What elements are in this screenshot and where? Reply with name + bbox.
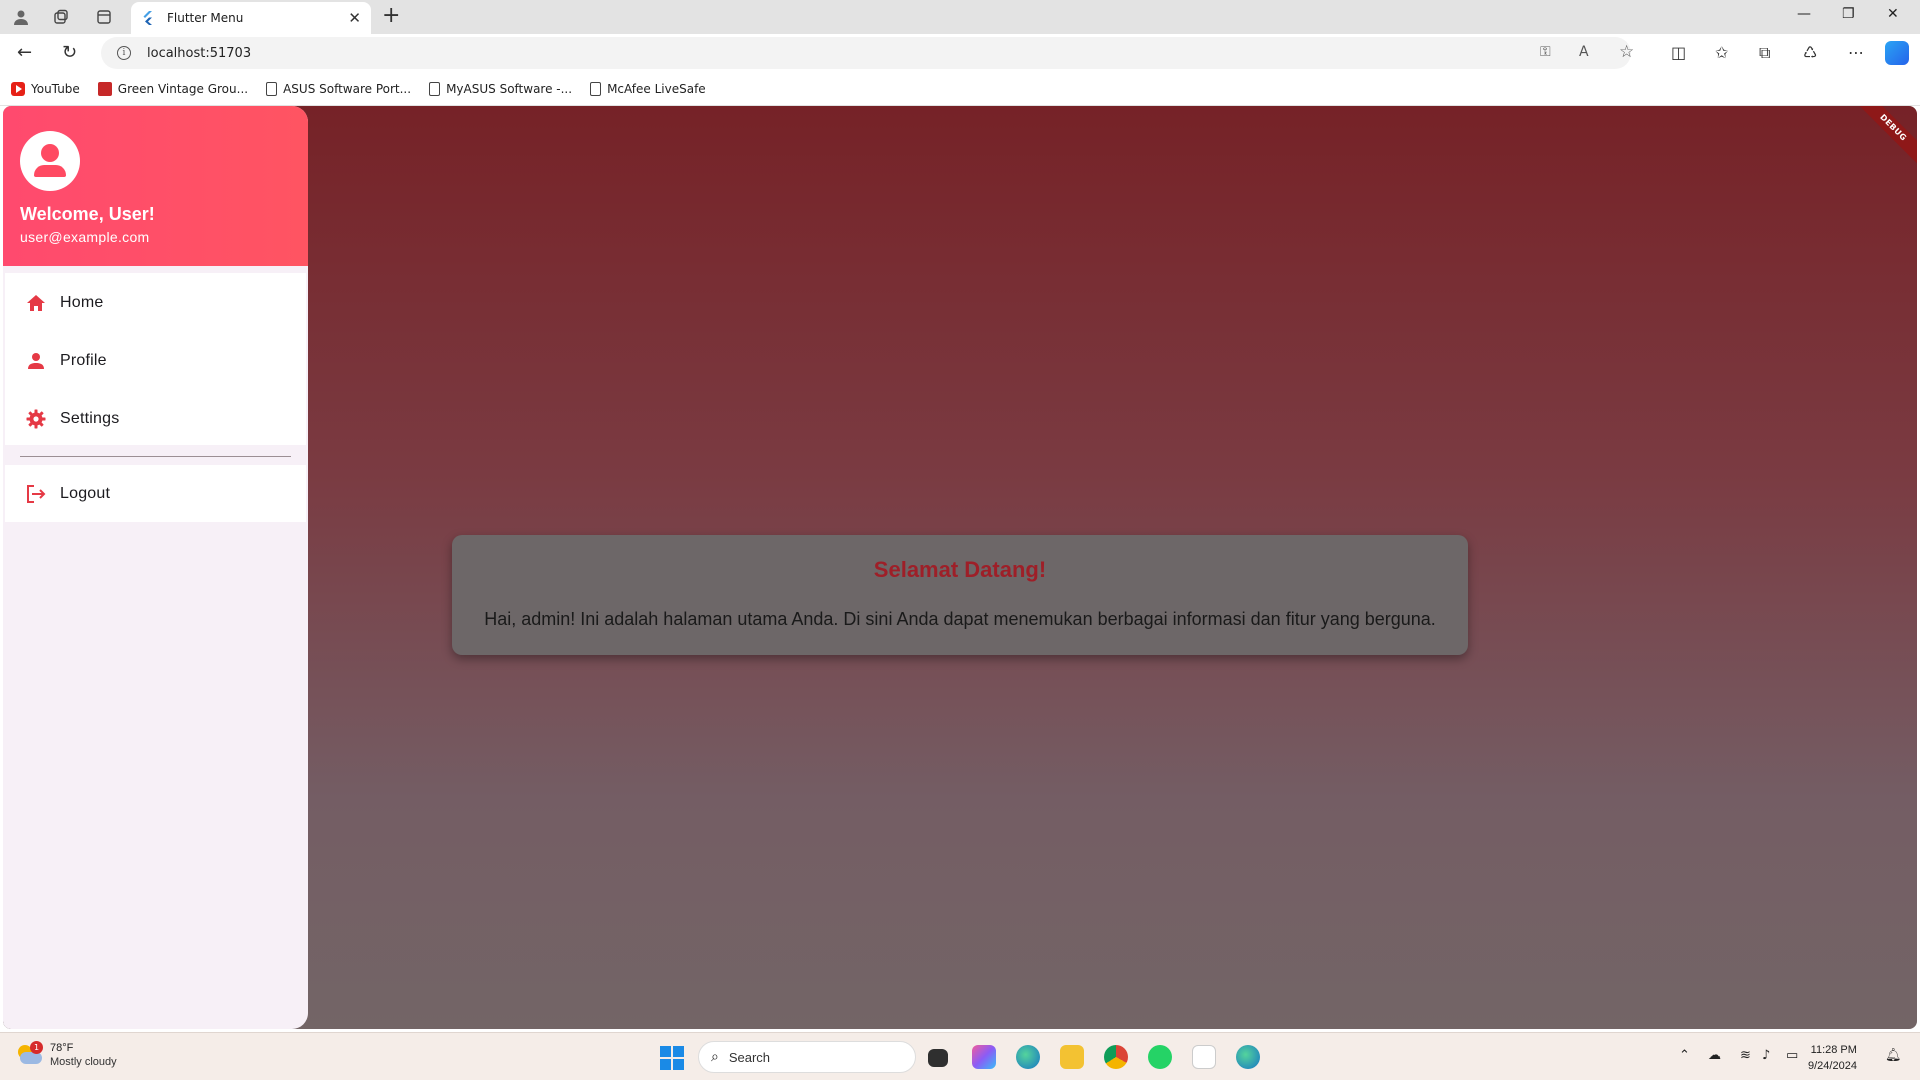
logout-icon (25, 483, 47, 505)
system-clock[interactable]: 11:28 PM 9/24/2024 (1808, 1042, 1857, 1074)
person-icon (25, 350, 47, 372)
weather-widget[interactable]: 1 78°F Mostly cloudy (16, 1040, 117, 1070)
tray-overflow-icon[interactable]: ⌃ (1679, 1048, 1690, 1063)
avatar-person-icon (41, 144, 59, 162)
home-icon (25, 292, 47, 314)
profile-icon[interactable] (10, 6, 32, 28)
onedrive-icon[interactable]: ☁ (1708, 1048, 1721, 1063)
edge-icon[interactable] (1016, 1045, 1040, 1069)
bookmark-myasus-software[interactable]: MyASUS Software -... (429, 81, 573, 96)
bookmark-label: McAfee LiveSafe (607, 81, 706, 96)
drawer-header: Welcome, User! user@example.com (3, 106, 308, 266)
youtube-icon (11, 81, 25, 96)
key-icon[interactable]: ⚿ (1540, 44, 1551, 60)
read-aloud-icon[interactable]: A (1579, 44, 1589, 60)
debug-banner: DEBUG (1851, 106, 1917, 170)
site-info-icon[interactable]: i (117, 46, 131, 60)
welcome-message: Hai, admin! Ini adalah halaman utama And… (484, 609, 1436, 629)
search-icon: ⌕ (711, 1049, 719, 1065)
back-icon[interactable]: ← (17, 42, 32, 63)
welcome-card: Selamat Datang! Hai, admin! Ini adalah h… (452, 535, 1468, 655)
bookmark-favicon-icon (97, 81, 112, 96)
browser-tab-bar: Flutter Menu ✕ + — ❐ ✕ (0, 0, 1920, 34)
bookmark-label: MyASUS Software -... (446, 81, 573, 96)
tab-close-icon[interactable]: ✕ (348, 9, 361, 27)
battery-icon[interactable]: ▭ (1786, 1048, 1798, 1063)
clock-date: 9/24/2024 (1808, 1060, 1857, 1072)
drawer-item-label: Logout (60, 484, 111, 502)
bookmark-mcafee-livesafe[interactable]: McAfee LiveSafe (590, 81, 706, 96)
bookmark-green-vintage[interactable]: Green Vintage Grou... (97, 81, 249, 96)
drawer-item-label: Profile (60, 351, 107, 369)
page-icon (429, 81, 441, 96)
more-menu-icon[interactable]: ⋯ (1848, 43, 1864, 62)
tab-title: Flutter Menu (167, 11, 244, 25)
minimize-icon[interactable]: — (1797, 6, 1811, 22)
weather-temp: 78°F (50, 1042, 74, 1054)
new-tab-icon[interactable]: + (382, 5, 400, 27)
url-text: localhost:51703 (147, 45, 252, 61)
chrome-icon[interactable] (1104, 1045, 1128, 1069)
drawer-item-logout[interactable]: Logout (5, 465, 306, 522)
app-viewport: Selamat Datang! Hai, admin! Ini adalah h… (3, 106, 1917, 1029)
page-icon (266, 81, 278, 96)
drawer-item-label: Home (60, 293, 104, 311)
drawer-item-profile[interactable]: Profile (5, 332, 306, 389)
weather-desc: Mostly cloudy (50, 1056, 117, 1068)
copilot-icon[interactable] (1885, 41, 1909, 65)
tab-flutter-menu[interactable]: Flutter Menu ✕ (131, 2, 371, 34)
bookmark-youtube[interactable]: YouTube (11, 81, 80, 96)
search-placeholder: Search (728, 1049, 771, 1065)
bookmark-label: YouTube (31, 81, 80, 96)
bookmark-label: ASUS Software Port... (283, 81, 412, 96)
gear-icon (25, 408, 47, 430)
navigation-drawer: Welcome, User! user@example.com Home Pro… (3, 106, 308, 1029)
split-screen-icon[interactable]: ◫ (1671, 43, 1686, 62)
windows-taskbar: 1 78°F Mostly cloudy ⌕ Search ⌃ ☁ ≋ ♪ ▭ … (0, 1032, 1920, 1080)
drawer-item-settings[interactable]: Settings (5, 390, 306, 447)
favorites-icon[interactable]: ✩ (1715, 43, 1728, 62)
drawer-divider (20, 456, 291, 457)
bookmark-asus-software-portal[interactable]: ASUS Software Port... (266, 81, 412, 96)
weather-cloudy-icon: 1 (16, 1040, 43, 1067)
vertical-tabs-icon[interactable] (93, 6, 115, 28)
welcome-title: Selamat Datang! (873, 557, 1047, 582)
whatsapp-icon[interactable] (1148, 1045, 1172, 1069)
task-view-icon[interactable] (928, 1049, 948, 1067)
bookmarks-bar: YouTube Green Vintage Grou... ASUS Softw… (0, 72, 1920, 106)
weather-badge: 1 (30, 1040, 43, 1054)
file-explorer-icon[interactable] (1060, 1045, 1084, 1069)
collections-icon[interactable]: ⧉ (1759, 43, 1770, 63)
flutter-logo-icon (143, 11, 152, 25)
user-email: user@example.com (20, 229, 150, 245)
app-store-icon[interactable] (1192, 1045, 1216, 1069)
url-field[interactable]: i localhost:51703 (101, 37, 1631, 69)
page-icon (590, 81, 602, 96)
notification-bell-icon[interactable]: 🔔︎ (1885, 1048, 1902, 1063)
drawer-menu-card: Home Profile Settings (5, 273, 306, 445)
bookmark-label: Green Vintage Grou... (117, 81, 249, 96)
clock-time: 11:28 PM (1810, 1044, 1857, 1056)
drawer-item-label: Settings (60, 409, 120, 427)
edge-active-icon[interactable] (1236, 1045, 1260, 1069)
workspaces-icon[interactable] (50, 6, 72, 28)
start-button[interactable] (660, 1046, 684, 1070)
extensions-icon[interactable]: ♺ (1803, 43, 1817, 62)
drawer-item-home[interactable]: Home (5, 274, 306, 331)
user-name: Welcome, User! (20, 204, 155, 224)
refresh-icon[interactable]: ↻ (62, 42, 77, 63)
restore-icon[interactable]: ❐ (1842, 6, 1855, 22)
drawer-logout-card: Logout (5, 465, 306, 522)
avatar (20, 131, 80, 191)
close-window-icon[interactable]: ✕ (1887, 6, 1899, 22)
favorite-star-icon[interactable]: ☆ (1619, 42, 1634, 62)
copilot-app-icon[interactable] (972, 1045, 996, 1069)
volume-icon[interactable]: ♪ (1762, 1048, 1770, 1063)
avatar-person-body (34, 165, 66, 177)
taskbar-search[interactable]: ⌕ Search (698, 1041, 916, 1073)
address-bar-row: ← ↻ i localhost:51703 ⚿ A ☆ ◫ ✩ ⧉ ♺ ⋯ (0, 34, 1920, 72)
wifi-icon[interactable]: ≋ (1740, 1048, 1751, 1063)
